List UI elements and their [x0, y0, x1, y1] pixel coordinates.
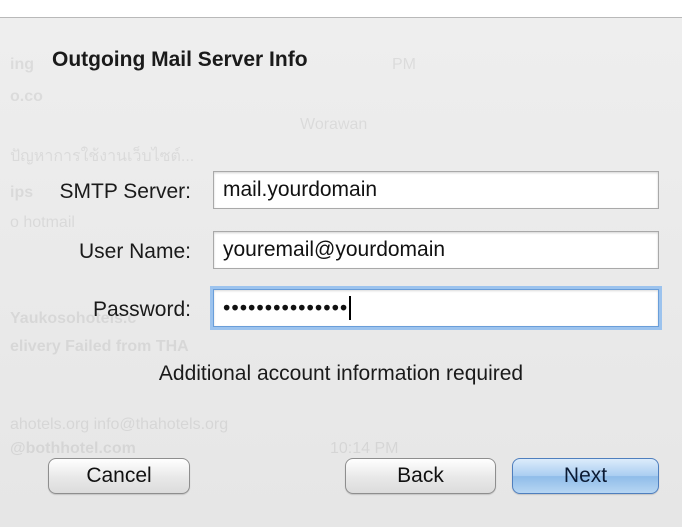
next-button[interactable]: Next: [512, 458, 659, 494]
smtp-server-value: mail.yourdomain: [223, 178, 378, 201]
background-ghost-text: o hotmail: [10, 214, 75, 231]
info-message: Additional account information required: [158, 362, 524, 385]
background-ghost-text: 10:14 PM: [330, 440, 399, 457]
setup-sheet: ing PM o.co Worawan ปัญหาการใช้งานเว็บไซ…: [0, 18, 682, 527]
background-ghost-text: ips: [10, 184, 34, 201]
background-ghost-text: ing: [10, 56, 34, 73]
password-value: •••••••••••••••: [223, 296, 349, 320]
window-top-strip: [0, 0, 682, 18]
smtp-server-label: SMTP Server:: [59, 180, 191, 203]
dialog-title: Outgoing Mail Server Info: [52, 48, 308, 71]
background-ghost-text: @bothhotel.com: [10, 440, 136, 457]
background-ghost-text: o.co: [10, 88, 43, 105]
user-name-label: User Name:: [78, 240, 191, 263]
user-name-input[interactable]: youremail@yourdomain: [213, 231, 659, 269]
user-name-value: youremail@yourdomain: [223, 238, 446, 261]
background-ghost-text: PM: [392, 56, 416, 73]
back-button[interactable]: Back: [345, 458, 496, 494]
background-ghost-text: Worawan: [300, 116, 368, 133]
smtp-server-input[interactable]: mail.yourdomain: [213, 171, 659, 209]
text-caret: [349, 296, 352, 321]
background-ghost-text: ปัญหาการใช้งานเว็บไซต์...: [10, 148, 195, 165]
password-label: Password:: [92, 298, 191, 321]
background-ghost-text: elivery Failed from THA: [10, 338, 189, 355]
cancel-button[interactable]: Cancel: [48, 458, 190, 494]
background-ghost-text: ahotels.org info@thahotels.org: [10, 416, 229, 433]
password-input[interactable]: •••••••••••••••: [213, 289, 659, 327]
